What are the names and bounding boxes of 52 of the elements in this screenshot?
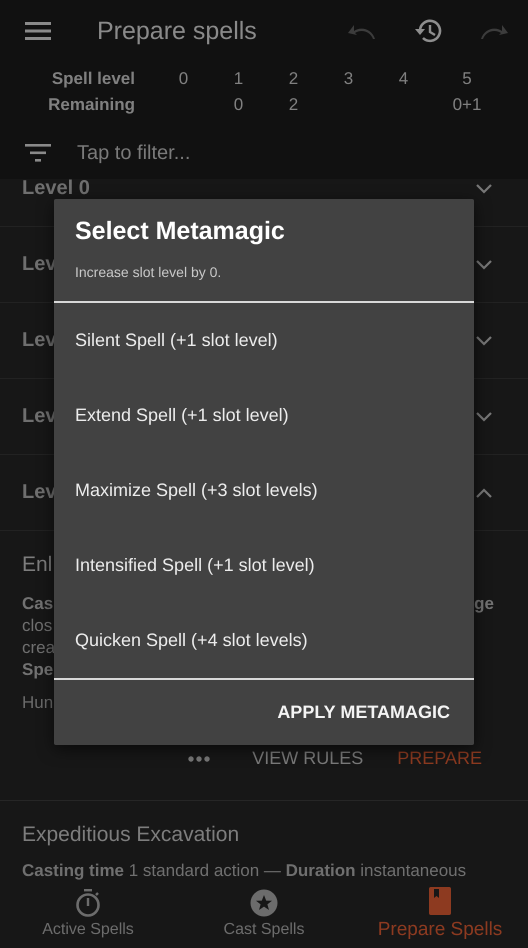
metamagic-option[interactable]: Intensified Spell (+1 slot level) (54, 528, 474, 603)
spell-detail-text: ge (474, 593, 495, 615)
spell-detail-text: Casting time 1 standard action — Duration instantaneous (22, 861, 468, 880)
nav-tab[interactable]: Active Spells (0, 880, 176, 948)
spell-level-number: 1 (232, 69, 244, 89)
spell-level-number: 3 (342, 69, 354, 89)
spell-note: Hun (22, 693, 54, 713)
metamagic-option[interactable]: Silent Spell (+1 slot level) (54, 303, 474, 378)
level-section-header[interactable]: Lev (22, 329, 56, 352)
nav-tab[interactable]: Cast Spells (176, 880, 352, 948)
spell-detail-text: crea (22, 637, 56, 659)
spell-level-number: 5 (461, 69, 473, 89)
metamagic-option[interactable]: Quicken Spell (+4 slot levels) (54, 603, 474, 678)
spell-detail-text: clos (22, 615, 54, 637)
chevron-down-icon[interactable] (476, 336, 492, 346)
menu-icon[interactable] (25, 22, 51, 40)
spell-level-number: 4 (398, 69, 410, 89)
dialog-title: Select Metamagic (74, 216, 286, 246)
spell-name: Enl (22, 553, 52, 577)
filter-icon[interactable] (25, 144, 51, 162)
chevron-down-icon[interactable] (476, 260, 492, 270)
level-section-header[interactable]: Lev (22, 481, 56, 504)
chevron-down-icon[interactable] (476, 412, 492, 422)
spell-detail-text: Spe (22, 659, 54, 681)
remaining-label: Remaining (47, 95, 136, 115)
spell-level-number: 2 (288, 69, 300, 89)
level-section-header[interactable]: Lev (22, 405, 56, 428)
more-icon[interactable] (188, 756, 210, 762)
screen-title: Prepare spells (97, 16, 258, 46)
metamagic-option[interactable]: Maximize Spell (+3 slot levels) (54, 453, 474, 528)
chevron-down-icon[interactable] (476, 184, 492, 194)
stopwatch-icon (75, 889, 101, 917)
apply-metamagic-button[interactable]: APPLY METAMAGIC (267, 694, 460, 731)
level-section-header[interactable]: Level 0 (22, 179, 90, 200)
spell-level-number: 0 (178, 69, 190, 89)
chevron-up-icon[interactable] (476, 488, 492, 498)
prepare-button[interactable]: PREPARE (397, 748, 482, 769)
filter-field[interactable]: Tap to filter... (77, 142, 503, 164)
metamagic-option[interactable]: Extend Spell (+1 slot level) (54, 378, 474, 453)
nav-tab[interactable]: Prepare Spells (352, 880, 528, 948)
view-rules-button[interactable]: VIEW RULES (252, 748, 364, 769)
remaining-count: 0 (232, 95, 244, 115)
history-icon[interactable] (414, 18, 442, 44)
book-icon (429, 887, 451, 915)
spell-name: Expeditious Excavation (22, 823, 240, 847)
spell-detail-text: Cas (22, 593, 54, 615)
remaining-count: 2 (288, 95, 300, 115)
dialog-subtitle: Increase slot level by 0. (74, 263, 222, 280)
filter-bar[interactable]: Tap to filter... (0, 127, 528, 179)
level-section-header[interactable]: Lev (22, 253, 56, 276)
spell-level-label: Spell level (50, 69, 136, 89)
remaining-count: 0+1 (452, 95, 482, 115)
